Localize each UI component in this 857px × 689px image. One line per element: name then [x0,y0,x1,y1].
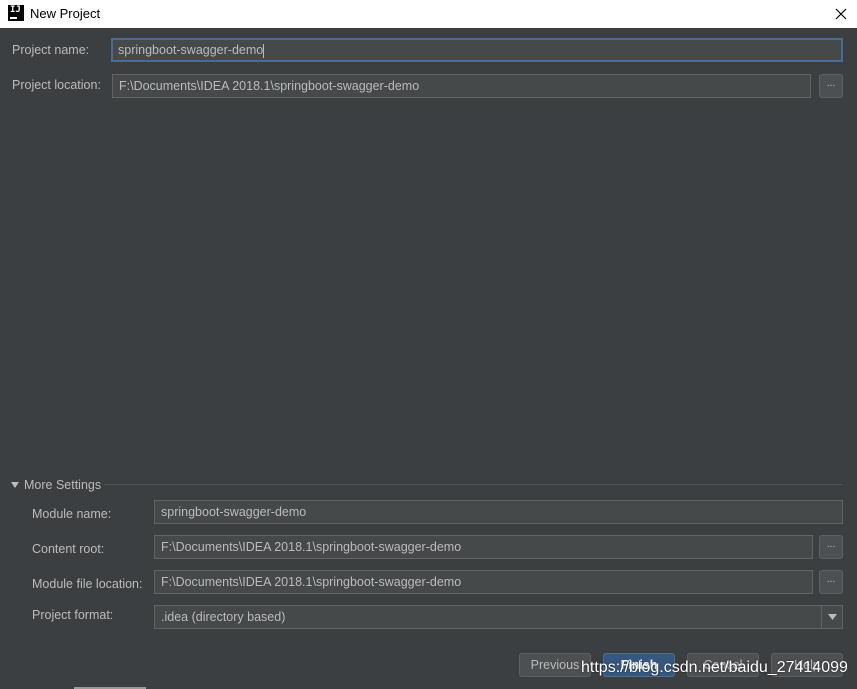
module-name-value: springboot-swagger-demo [161,505,307,519]
ellipsis-icon: ... [826,539,836,550]
content-root-value: F:\Documents\IDEA 2018.1\springboot-swag… [161,540,462,554]
project-location-value: F:\Documents\IDEA 2018.1\springboot-swag… [119,79,420,93]
project-format-select[interactable]: .idea (directory based) [154,605,843,629]
project-location-browse-button[interactable]: ... [819,74,843,98]
text-caret [263,43,265,58]
title-bar: IJ New Project [0,0,857,28]
close-icon [835,8,847,20]
project-name-label: Project name: [12,43,90,57]
module-file-location-label: Module file location: [32,577,143,591]
close-button[interactable] [829,2,853,26]
module-file-location-value: F:\Documents\IDEA 2018.1\springboot-swag… [161,575,462,589]
triangle-down-icon [11,482,19,488]
more-settings-toggle[interactable]: More Settings [11,478,101,492]
module-name-label: Module name: [32,507,112,521]
section-divider [104,484,843,485]
intellij-logo-icon: IJ [8,5,24,21]
module-file-location-browse-button[interactable]: ... [819,570,843,594]
module-name-input[interactable]: springboot-swagger-demo [154,500,843,524]
ellipsis-icon: ... [826,574,836,585]
project-location-input[interactable]: F:\Documents\IDEA 2018.1\springboot-swag… [112,74,811,98]
project-name-value: springboot-swagger-demo [118,43,264,57]
chevron-down-icon [827,614,837,620]
dropdown-arrow[interactable] [821,606,842,628]
more-settings-label: More Settings [24,478,102,492]
content-root-label: Content root: [32,542,105,556]
project-name-input[interactable]: springboot-swagger-demo [111,38,843,62]
content-root-browse-button[interactable]: ... [819,535,843,559]
watermark: https://blog.csdn.net/baidu_27414099 [581,659,848,676]
module-file-location-input[interactable]: F:\Documents\IDEA 2018.1\springboot-swag… [154,570,813,594]
content-root-input[interactable]: F:\Documents\IDEA 2018.1\springboot-swag… [154,535,813,559]
project-location-label: Project location: [12,78,101,92]
ellipsis-icon: ... [826,78,836,89]
project-format-label: Project format: [32,608,114,622]
window-title: New Project [30,6,101,21]
project-format-value: .idea (directory based) [161,610,286,624]
